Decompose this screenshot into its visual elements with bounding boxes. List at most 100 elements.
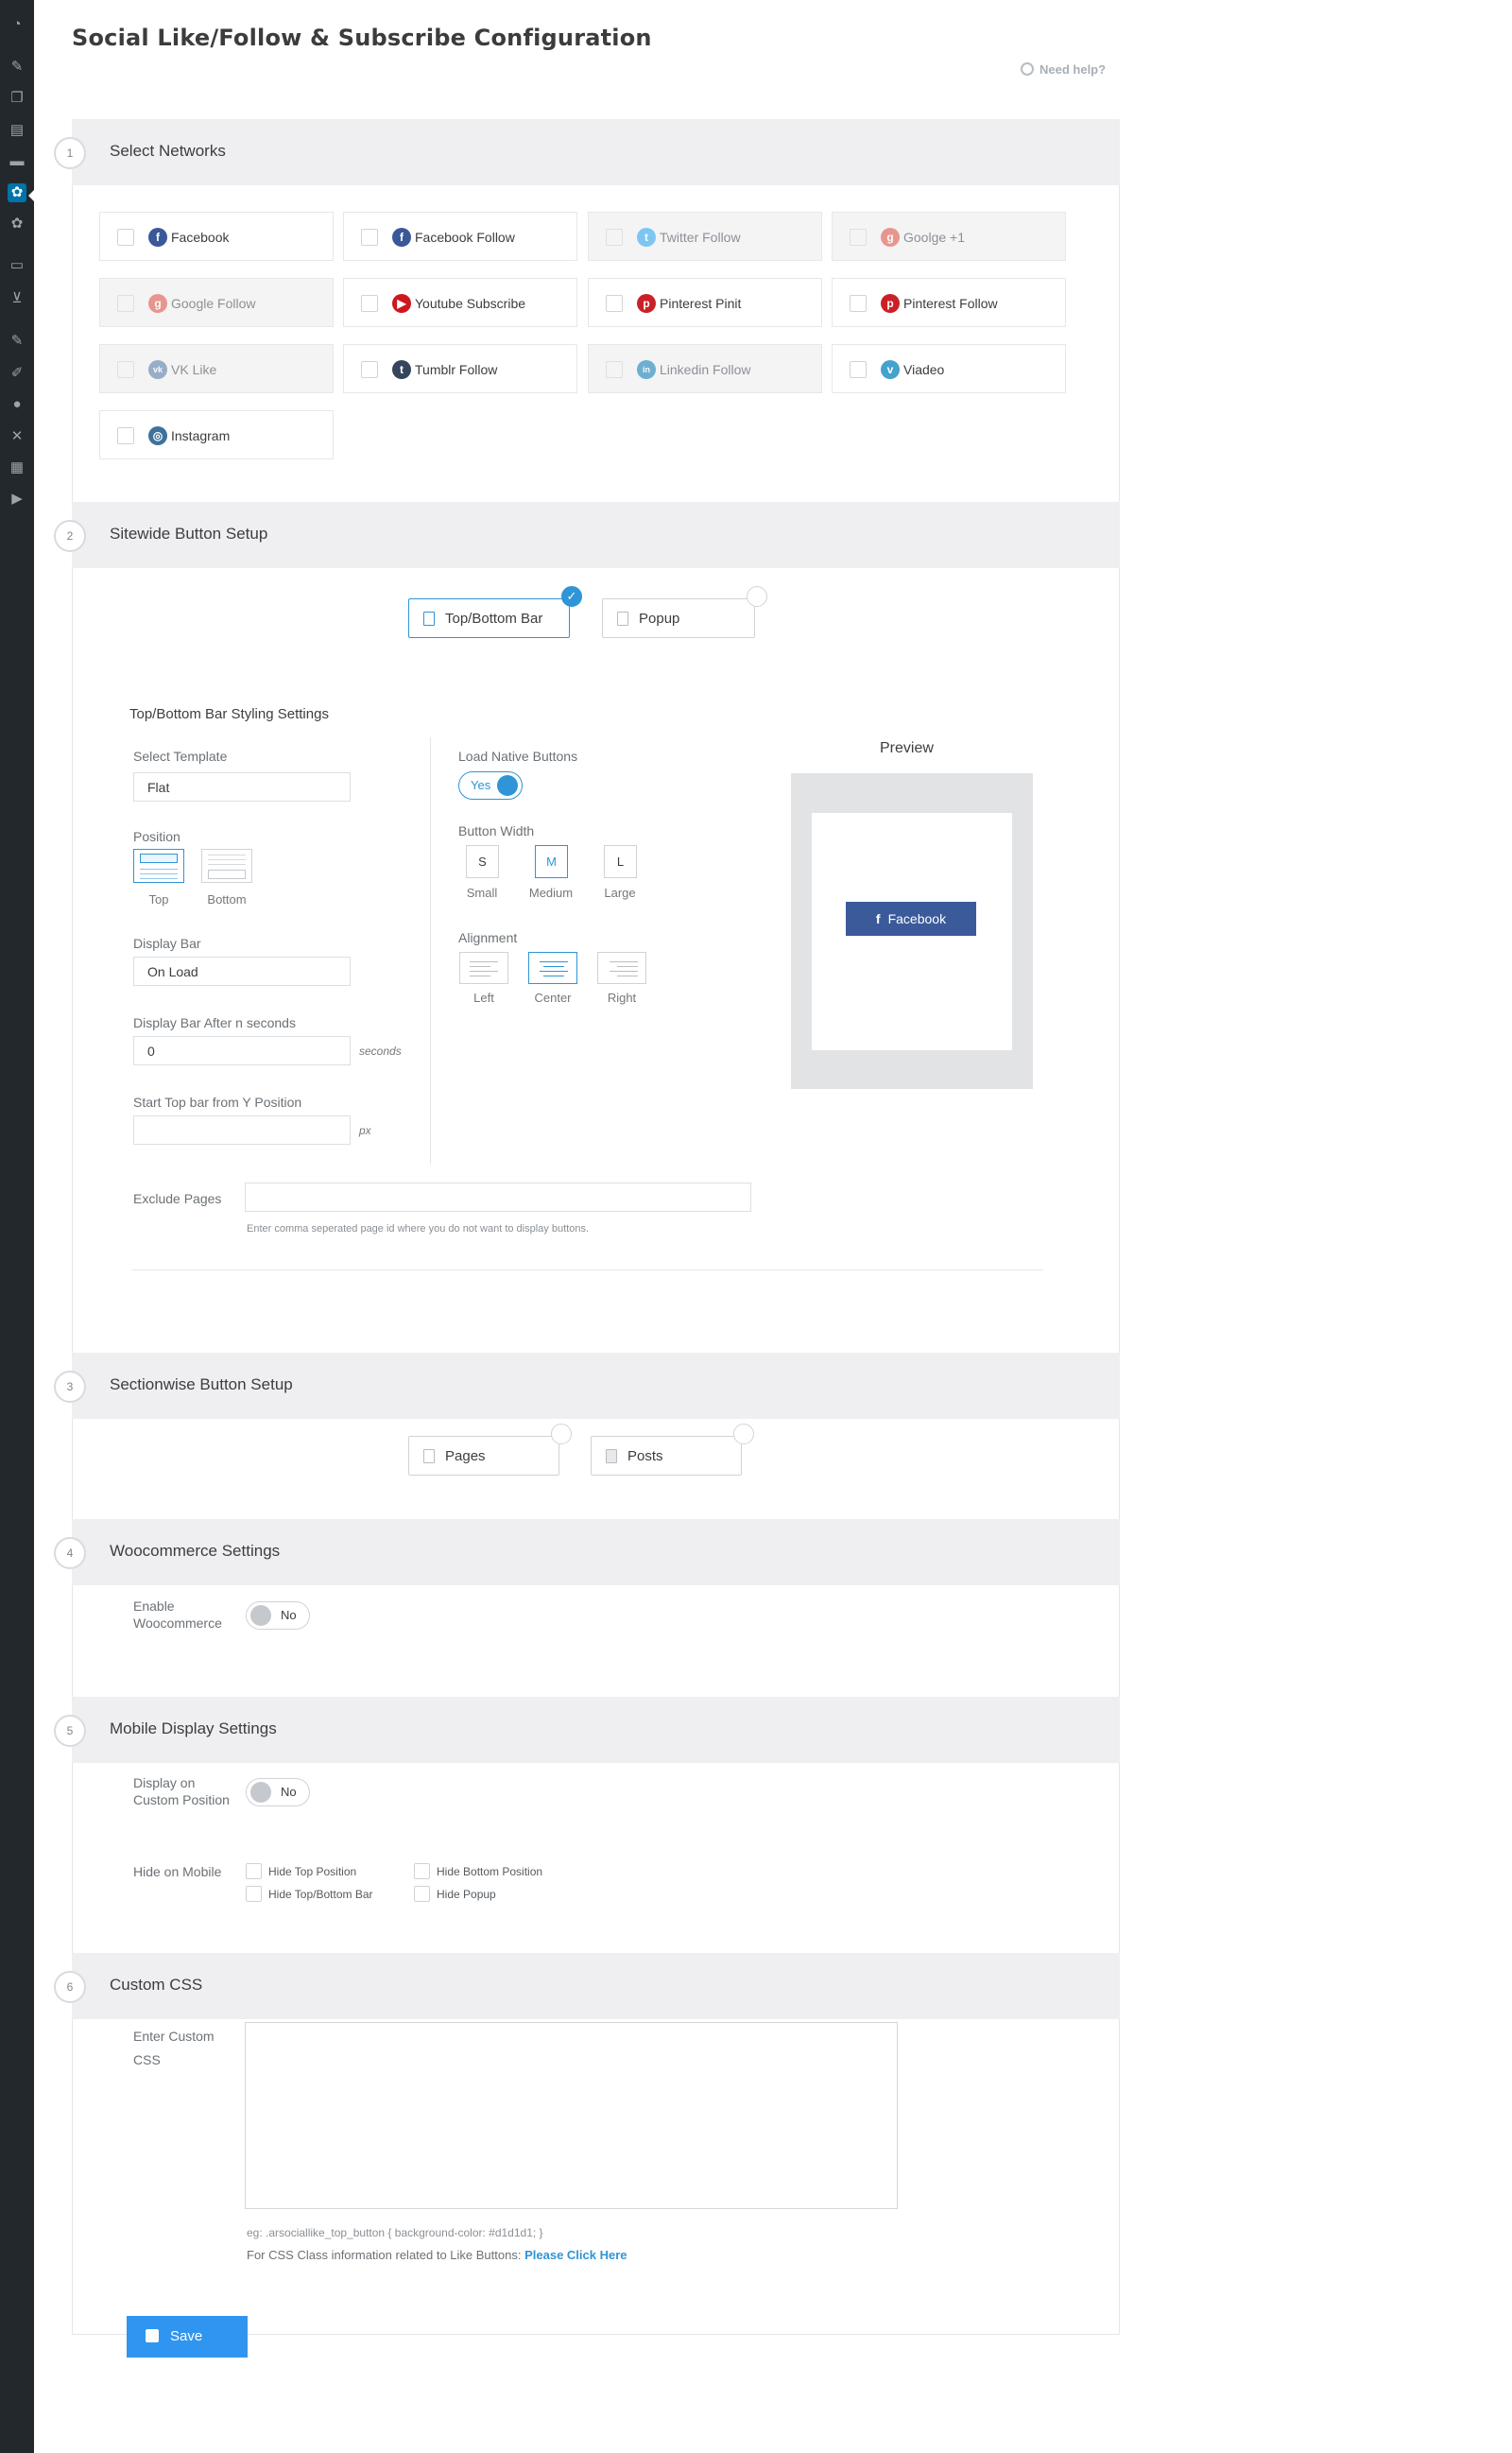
size-medium-button[interactable]: M: [535, 845, 568, 878]
styling-settings-title: Top/Bottom Bar Styling Settings: [129, 706, 329, 722]
need-help-link[interactable]: Need help?: [1021, 62, 1106, 77]
network-label: VK Like: [171, 362, 217, 377]
network-checkbox[interactable]: [117, 229, 134, 246]
preview-button-label: Facebook: [887, 911, 947, 926]
align-right-button[interactable]: [597, 952, 646, 984]
section-title: Woocommerce Settings: [110, 1542, 281, 1560]
network-checkbox[interactable]: [850, 229, 867, 246]
network-checkbox[interactable]: [606, 229, 623, 246]
load-native-toggle[interactable]: Yes: [458, 771, 523, 800]
custom-css-example: eg: .arsociallike_top_button { backgroun…: [247, 2226, 543, 2239]
network-option[interactable]: g Goolge +1: [832, 212, 1066, 261]
position-label: Position: [133, 829, 180, 844]
tools-icon[interactable]: ✕: [8, 427, 26, 446]
network-checkbox[interactable]: [361, 361, 378, 378]
network-checkbox[interactable]: [850, 361, 867, 378]
section-number: 1: [54, 137, 86, 169]
network-checkbox[interactable]: [117, 295, 134, 312]
plugins-icon[interactable]: ✐: [8, 364, 26, 383]
network-option[interactable]: g Google Follow: [99, 278, 334, 327]
facebook-icon: f: [392, 228, 411, 247]
start-top-input[interactable]: [133, 1115, 351, 1145]
position-top-caption: Top: [148, 892, 169, 907]
network-checkbox[interactable]: [361, 295, 378, 312]
cart-icon[interactable]: ⊻: [8, 289, 26, 308]
social-plugin-icon[interactable]: ✿: [8, 183, 26, 202]
preview-screen: f Facebook: [812, 813, 1012, 1050]
network-option[interactable]: ▶ Youtube Subscribe: [343, 278, 577, 327]
network-checkbox[interactable]: [606, 361, 623, 378]
display-bar-dropdown[interactable]: On Load: [133, 957, 351, 986]
network-checkbox[interactable]: [850, 295, 867, 312]
section-number: 6: [54, 1971, 86, 2003]
section-header-woocommerce: Woocommerce Settings: [72, 1519, 1120, 1585]
please-click-here-link[interactable]: Please Click Here: [524, 2248, 627, 2262]
network-label: Facebook Follow: [415, 230, 515, 245]
network-option[interactable]: p Pinterest Follow: [832, 278, 1066, 327]
option-label: Popup: [639, 611, 680, 627]
hide-popup-checkbox[interactable]: [414, 1886, 430, 1902]
plugin-2-icon[interactable]: ✿: [8, 215, 26, 233]
mobile-display-toggle[interactable]: No: [246, 1778, 310, 1806]
network-checkbox[interactable]: [117, 427, 134, 444]
size-small-button[interactable]: S: [466, 845, 499, 878]
network-option[interactable]: ◎ Instagram: [99, 410, 334, 459]
network-option[interactable]: f Facebook: [99, 212, 334, 261]
network-checkbox[interactable]: [606, 295, 623, 312]
pages-icon[interactable]: ▤: [8, 121, 26, 140]
google-plus-icon: g: [148, 294, 167, 313]
network-option[interactable]: v Viadeo: [832, 344, 1066, 393]
network-option[interactable]: t Twitter Follow: [588, 212, 822, 261]
align-center-button[interactable]: [528, 952, 577, 984]
settings-icon[interactable]: ▦: [8, 458, 26, 477]
exclude-pages-hint: Enter comma seperated page id where you …: [247, 1223, 589, 1235]
select-template-dropdown[interactable]: Flat: [133, 772, 351, 802]
section-number: 2: [54, 520, 86, 552]
network-checkbox[interactable]: [361, 229, 378, 246]
hide-popup-label: Hide Popup: [437, 1888, 496, 1901]
network-option[interactable]: vk VK Like: [99, 344, 334, 393]
twitter-icon: t: [637, 228, 656, 247]
users-icon[interactable]: ●: [8, 395, 26, 414]
display-bar-label: Display Bar: [133, 936, 201, 951]
exclude-pages-label: Exclude Pages: [133, 1191, 222, 1206]
network-label: Twitter Follow: [660, 230, 741, 245]
dashboard-icon[interactable]: ◔: [8, 15, 26, 34]
network-option[interactable]: p Pinterest Pinit: [588, 278, 822, 327]
network-option[interactable]: t Tumblr Follow: [343, 344, 577, 393]
position-top-button[interactable]: [133, 849, 184, 883]
post-icon: [606, 1449, 617, 1463]
collapse-icon[interactable]: ▶: [8, 490, 26, 509]
hide-top-position-checkbox[interactable]: [246, 1863, 262, 1879]
appearance-icon[interactable]: ✎: [8, 332, 26, 351]
pin-icon[interactable]: ✎: [8, 58, 26, 77]
align-left-button[interactable]: [459, 952, 508, 984]
section-number: 4: [54, 1537, 86, 1569]
network-label: Tumblr Follow: [415, 362, 498, 377]
exclude-pages-input[interactable]: [245, 1183, 751, 1212]
position-bottom-button[interactable]: [201, 849, 252, 883]
comments-icon[interactable]: ▬: [8, 152, 26, 171]
toggle-text: No: [281, 1785, 297, 1799]
network-checkbox[interactable]: [117, 361, 134, 378]
size-large-button[interactable]: L: [604, 845, 637, 878]
network-option[interactable]: in Linkedin Follow: [588, 344, 822, 393]
option-popup[interactable]: Popup: [602, 586, 767, 638]
option-posts[interactable]: Posts: [591, 1424, 754, 1476]
section-number: 5: [54, 1715, 86, 1747]
media-icon[interactable]: ❐: [8, 89, 26, 108]
option-top-bottom-bar[interactable]: Top/Bottom Bar ✓: [408, 586, 582, 638]
hide-top-bottom-bar-checkbox[interactable]: [246, 1886, 262, 1902]
display-after-input[interactable]: 0: [133, 1036, 351, 1065]
network-label: Linkedin Follow: [660, 362, 751, 377]
network-option[interactable]: f Facebook Follow: [343, 212, 577, 261]
option-pages[interactable]: Pages: [408, 1424, 572, 1476]
custom-css-textarea[interactable]: [245, 2022, 898, 2209]
forms-icon[interactable]: ▭: [8, 256, 26, 275]
hide-bottom-position-checkbox[interactable]: [414, 1863, 430, 1879]
save-button[interactable]: Save: [127, 2316, 248, 2358]
toggle-knob: [250, 1605, 271, 1626]
floppy-disk-icon: [146, 2329, 159, 2342]
start-top-label: Start Top bar from Y Position: [133, 1095, 302, 1110]
woocommerce-toggle[interactable]: No: [246, 1601, 310, 1630]
